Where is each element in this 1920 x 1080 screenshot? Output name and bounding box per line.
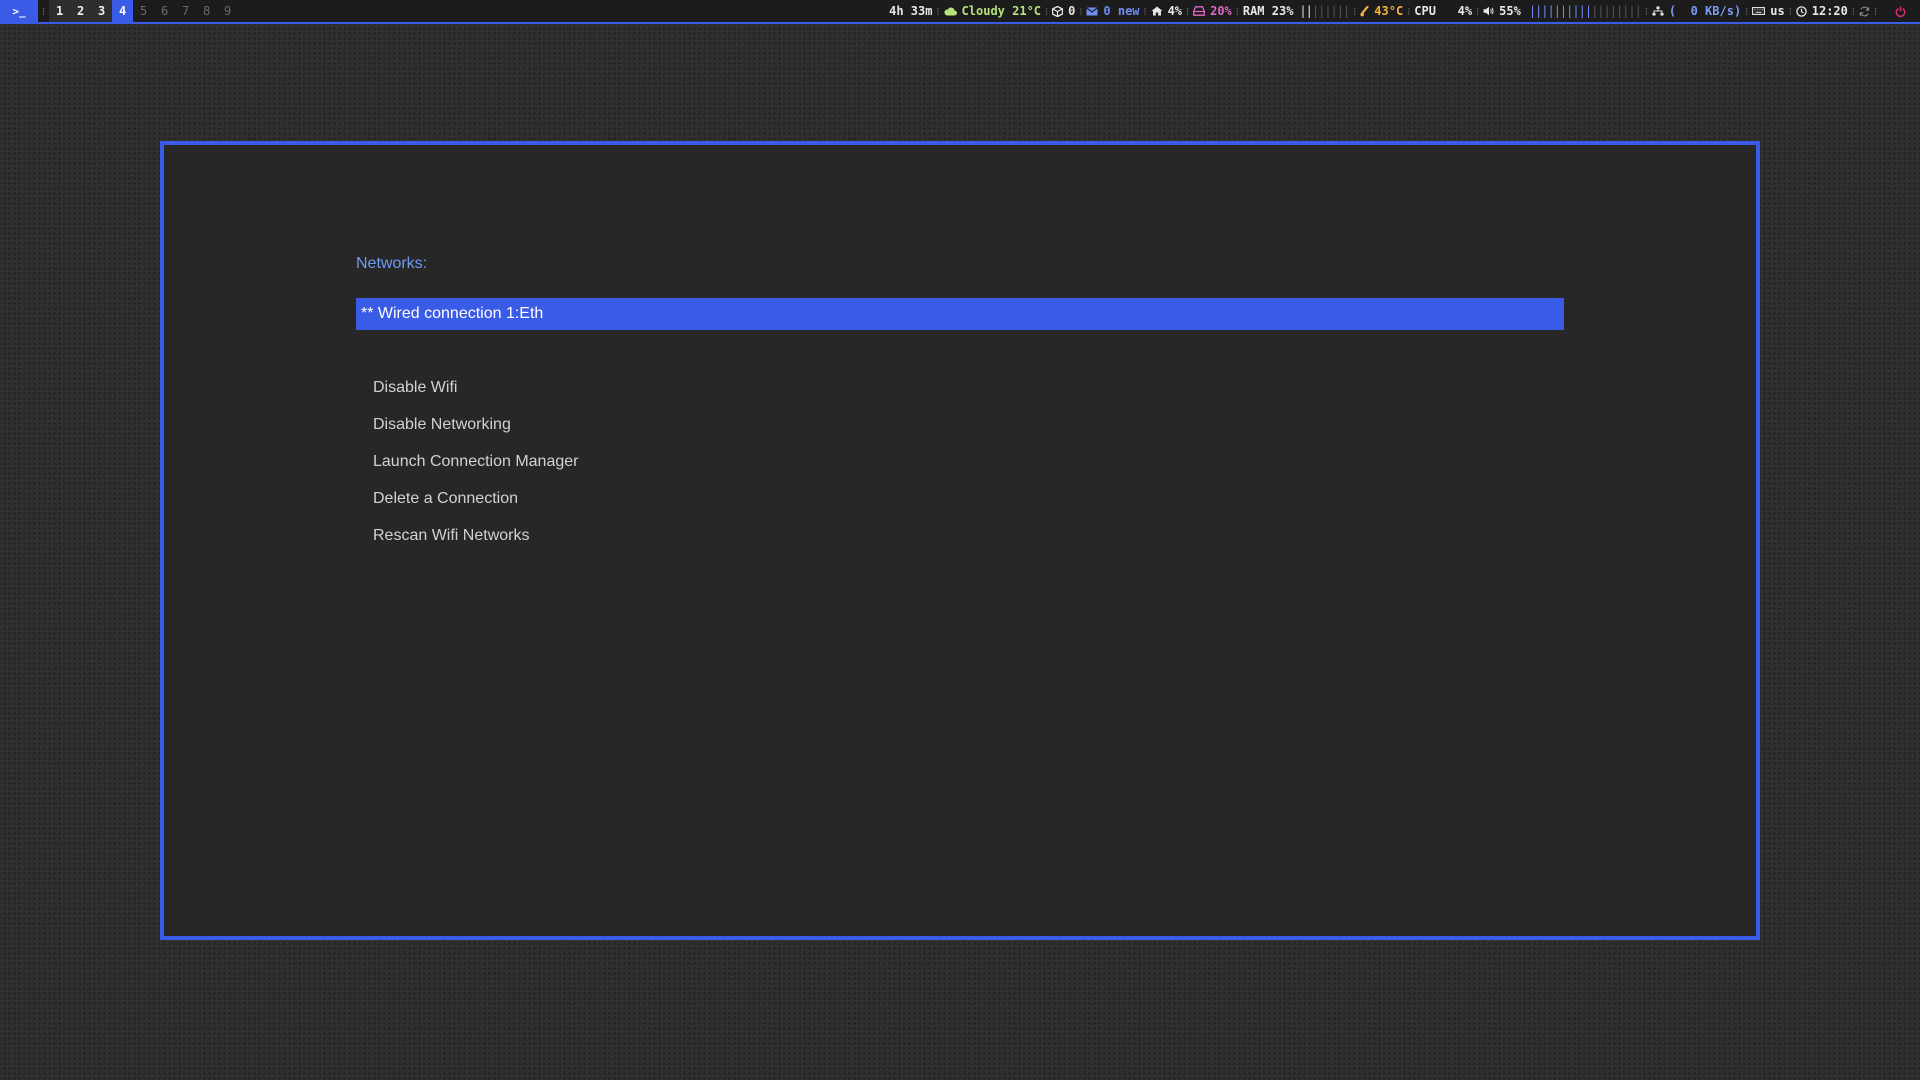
status-modules: 4h 33m ⁞ Cloudy 21°C ⁞ 0 ⁞ 0 new ⁞ 4% ⁞ … — [889, 0, 1906, 22]
workspace-1[interactable]: 1 — [49, 0, 71, 22]
separator: ⁞ — [1873, 4, 1877, 18]
temperature-module: 43°C — [1360, 4, 1403, 18]
temperature-value: 43°C — [1374, 4, 1404, 18]
workspace-6[interactable]: 6 — [154, 0, 175, 22]
network-item-selected[interactable]: ** Wired connection 1:Eth — [356, 298, 1564, 330]
ram-value: RAM 23% — [1242, 4, 1294, 18]
disk-module: 20% — [1193, 4, 1232, 18]
workspace-area: >_ ⁞ 1 2 3 4 5 6 7 8 9 — [0, 0, 238, 22]
volume-module[interactable]: 55% |||||||||||||||||| — [1483, 4, 1642, 18]
uptime-module: 4h 33m — [889, 4, 932, 18]
home-disk-module: 4% — [1151, 4, 1182, 18]
separator: ⁞ — [42, 4, 46, 18]
network-icon — [1652, 6, 1664, 16]
ram-usage-bar: |||||||| — [1299, 4, 1350, 18]
separator: ⁞ — [1186, 4, 1190, 18]
separator: ⁞ — [1644, 4, 1648, 18]
separator: ⁞ — [1851, 4, 1855, 18]
home-icon — [1151, 6, 1163, 16]
keyboard-icon — [1752, 7, 1766, 15]
volume-slider[interactable]: |||||||||||||||||| — [1529, 4, 1642, 18]
weather-module[interactable]: Cloudy 21°C — [943, 4, 1042, 18]
keyboard-module[interactable]: us — [1752, 4, 1785, 18]
status-bar: >_ ⁞ 1 2 3 4 5 6 7 8 9 4h 33m ⁞ Cloudy 2… — [0, 0, 1920, 24]
separator: ⁞ — [1079, 4, 1083, 18]
network-module[interactable]: ( 0 KB/s) — [1652, 4, 1741, 18]
workspace-7[interactable]: 7 — [175, 0, 196, 22]
networks-prompt: Networks: — [356, 255, 428, 272]
separator: ⁞ — [1476, 4, 1480, 18]
workspace-8[interactable]: 8 — [196, 0, 217, 22]
mail-value: 0 new — [1103, 4, 1140, 18]
clock-module[interactable]: 12:20 — [1796, 4, 1848, 18]
separator: ⁞ — [1045, 4, 1049, 18]
disable-networking-option[interactable]: Disable Networking — [373, 406, 578, 443]
cpu-module: CPU 4% — [1414, 4, 1472, 18]
speaker-icon — [1483, 6, 1494, 16]
separator: ⁞ — [1788, 4, 1792, 18]
refresh-icon — [1859, 6, 1870, 17]
thermometer-icon — [1360, 5, 1369, 17]
packages-module[interactable]: 0 — [1052, 4, 1075, 18]
rescan-wifi-networks-option[interactable]: Rescan Wifi Networks — [373, 517, 578, 554]
separator: ⁞ — [936, 4, 940, 18]
disk-value: 20% — [1210, 4, 1232, 18]
terminal-icon: >_ — [12, 4, 26, 18]
uptime-value: 4h 33m — [889, 4, 933, 18]
network-menu-dialog: Networks: ** Wired connection 1:Eth Disa… — [160, 141, 1760, 940]
workspace-3[interactable]: 3 — [91, 0, 113, 22]
power-icon — [1895, 6, 1906, 17]
mail-icon — [1086, 6, 1099, 16]
clock-value: 12:20 — [1811, 4, 1848, 18]
workspace-4[interactable]: 4 — [112, 0, 134, 22]
workspace-9[interactable]: 9 — [217, 0, 238, 22]
hard-drive-icon — [1193, 6, 1206, 16]
disable-wifi-option[interactable]: Disable Wifi — [373, 369, 578, 406]
power-button[interactable] — [1895, 6, 1906, 17]
terminal-launcher-button[interactable]: >_ — [0, 0, 38, 22]
network-options-list: Disable Wifi Disable Networking Launch C… — [373, 369, 578, 554]
refresh-button[interactable] — [1859, 6, 1870, 17]
separator: ⁞ — [1235, 4, 1239, 18]
network-value: ( 0 KB/s) — [1668, 4, 1742, 18]
home-disk-value: 4% — [1167, 4, 1183, 18]
ram-module: RAM 23% |||||||| — [1242, 4, 1350, 18]
packages-value: 0 — [1068, 4, 1076, 18]
volume-value: 55% — [1499, 4, 1521, 18]
mail-module[interactable]: 0 new — [1086, 4, 1140, 18]
workspace-5[interactable]: 5 — [133, 0, 154, 22]
delete-connection-option[interactable]: Delete a Connection — [373, 480, 578, 517]
network-item-label: ** Wired connection 1:Eth — [361, 305, 544, 322]
separator: ⁞ — [1353, 4, 1357, 18]
separator: ⁞ — [1745, 4, 1749, 18]
package-icon — [1052, 5, 1064, 17]
workspace-2[interactable]: 2 — [70, 0, 92, 22]
cloud-icon — [943, 6, 957, 16]
cpu-value: CPU 4% — [1414, 4, 1473, 18]
weather-value: Cloudy 21°C — [961, 4, 1042, 18]
separator: ⁞ — [1407, 4, 1411, 18]
keyboard-layout-value: us — [1770, 4, 1785, 18]
clock-icon — [1796, 5, 1807, 17]
launch-connection-manager-option[interactable]: Launch Connection Manager — [373, 443, 578, 480]
separator: ⁞ — [1143, 4, 1147, 18]
